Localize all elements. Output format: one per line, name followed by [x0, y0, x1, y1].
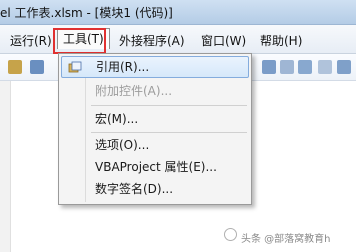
menu-separator: [91, 105, 247, 106]
menu-item-label: 附加控件(A)...: [95, 84, 173, 98]
watermark-logo-icon: [224, 228, 237, 241]
tools-menu-annotation-box: [53, 28, 106, 54]
toolbar-icon-e[interactable]: [337, 60, 351, 74]
menu-item-macros[interactable]: 宏(M)...: [61, 108, 249, 130]
title-bar: el 工作表.xlsm - [模块1 (代码)]: [0, 0, 356, 25]
menu-item-project-properties[interactable]: VBAProject 属性(E)...: [61, 156, 249, 178]
userform-icon[interactable]: [30, 60, 44, 74]
toolbar-icon-d[interactable]: [318, 60, 332, 74]
watermark-text: 头条 @部落窝教育h: [241, 234, 331, 245]
menu-item-references[interactable]: 引用(R)...: [61, 56, 249, 78]
menu-item-label: 宏(M)...: [95, 112, 139, 126]
menu-item-additional-controls: 附加控件(A)...: [61, 80, 249, 102]
menu-item-label: 选项(O)...: [95, 138, 150, 152]
code-margin: [0, 81, 11, 252]
toolbar-icon-c[interactable]: [298, 60, 312, 74]
menu-item-label: 引用(R)...: [96, 60, 150, 74]
menu-window[interactable]: 窗口(W): [201, 32, 246, 49]
references-icon: [68, 61, 82, 73]
menu-help[interactable]: 帮助(H): [260, 32, 302, 49]
menu-run[interactable]: 运行(R): [10, 32, 52, 49]
menu-item-options[interactable]: 选项(O)...: [61, 134, 249, 156]
tools-dropdown-menu: 引用(R)... 附加控件(A)... 宏(M)... 选项(O)... VBA…: [58, 53, 252, 205]
window-title: el 工作表.xlsm - [模块1 (代码)]: [0, 6, 173, 20]
menu-item-label: VBAProject 属性(E)...: [95, 160, 217, 174]
toolbar-icon-a[interactable]: [262, 60, 276, 74]
menu-item-digital-signature[interactable]: 数字签名(D)...: [61, 178, 249, 200]
edit-icon[interactable]: [8, 60, 22, 74]
toolbar-icon-b[interactable]: [280, 60, 294, 74]
menu-addins[interactable]: 外接程序(A): [119, 32, 185, 49]
menu-separator: [91, 132, 247, 133]
menu-item-label: 数字签名(D)...: [95, 182, 174, 196]
